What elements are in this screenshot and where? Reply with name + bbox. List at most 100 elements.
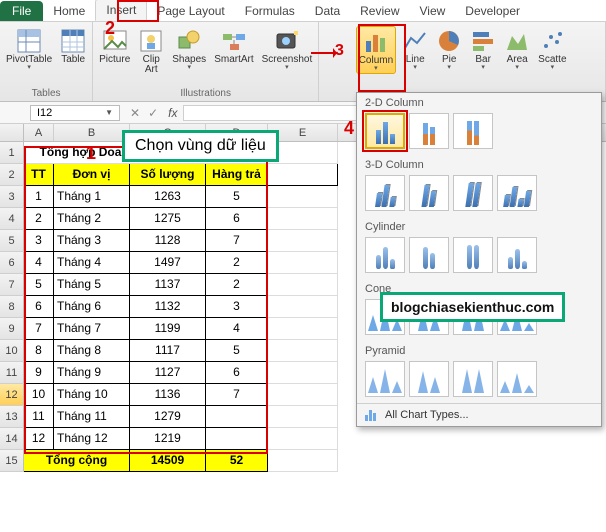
- cell[interactable]: 7: [206, 230, 268, 252]
- cell[interactable]: 2: [24, 208, 54, 230]
- cell[interactable]: [206, 428, 268, 450]
- tab-data[interactable]: Data: [305, 1, 350, 21]
- row-header[interactable]: 6: [0, 252, 24, 274]
- chart-type-clustered-column-3d[interactable]: [365, 175, 405, 211]
- cell[interactable]: Đơn vị: [54, 164, 130, 186]
- cell[interactable]: 10: [24, 384, 54, 406]
- cell[interactable]: [268, 406, 338, 428]
- chart-type-stacked-column-2d[interactable]: [409, 113, 449, 149]
- cell[interactable]: 12: [24, 428, 54, 450]
- cell[interactable]: 1128: [130, 230, 206, 252]
- row-header[interactable]: 13: [0, 406, 24, 428]
- table-button[interactable]: Table: [58, 26, 88, 67]
- chart-type-stacked-cone[interactable]: [409, 299, 449, 335]
- chart-type-3d-pyramid[interactable]: [497, 361, 537, 397]
- bar-chart-button[interactable]: Bar ▾: [468, 26, 498, 72]
- col-header-A[interactable]: A: [24, 124, 54, 141]
- row-header[interactable]: 14: [0, 428, 24, 450]
- cell[interactable]: [268, 164, 338, 186]
- cell[interactable]: 2: [206, 252, 268, 274]
- row-header[interactable]: 12: [0, 384, 24, 406]
- cell[interactable]: Tháng 4: [54, 252, 130, 274]
- row-header[interactable]: 15: [0, 450, 24, 472]
- row-header[interactable]: 4: [0, 208, 24, 230]
- row-header[interactable]: 11: [0, 362, 24, 384]
- cell[interactable]: 3: [24, 230, 54, 252]
- cell[interactable]: [268, 186, 338, 208]
- row-header[interactable]: 5: [0, 230, 24, 252]
- cell[interactable]: 4: [206, 318, 268, 340]
- title-cell[interactable]: Tổng hợp Doanh số Note 5 năm 2016: [24, 142, 268, 164]
- cell[interactable]: 1497: [130, 252, 206, 274]
- tab-formulas[interactable]: Formulas: [235, 1, 305, 21]
- cell[interactable]: 5: [206, 340, 268, 362]
- row-header[interactable]: 9: [0, 318, 24, 340]
- row-header[interactable]: 10: [0, 340, 24, 362]
- tab-page-layout[interactable]: Page Layout: [147, 1, 234, 21]
- col-header-E[interactable]: E: [268, 124, 338, 141]
- cell[interactable]: Tháng 1: [54, 186, 130, 208]
- cell[interactable]: TT: [24, 164, 54, 186]
- chart-type-100pct-stacked-cone[interactable]: [453, 299, 493, 335]
- cell[interactable]: Tháng 2: [54, 208, 130, 230]
- col-header-C[interactable]: C: [130, 124, 206, 141]
- smartart-button[interactable]: SmartArt: [212, 26, 255, 67]
- clipart-button[interactable]: Clip Art: [136, 26, 166, 77]
- cell[interactable]: 5: [24, 274, 54, 296]
- cell[interactable]: 6: [206, 208, 268, 230]
- cell[interactable]: 11: [24, 406, 54, 428]
- cell[interactable]: [268, 230, 338, 252]
- chart-type-stacked-column-3d[interactable]: [409, 175, 449, 211]
- select-all-corner[interactable]: [0, 124, 24, 141]
- all-chart-types-button[interactable]: All Chart Types...: [357, 403, 601, 426]
- cell[interactable]: Tháng 6: [54, 296, 130, 318]
- cell[interactable]: Tháng 5: [54, 274, 130, 296]
- tab-developer[interactable]: Developer: [455, 1, 530, 21]
- cell[interactable]: 2: [206, 274, 268, 296]
- cell[interactable]: [268, 142, 338, 164]
- cell[interactable]: 9: [24, 362, 54, 384]
- cell[interactable]: 6: [24, 296, 54, 318]
- chart-type-stacked-pyramid[interactable]: [409, 361, 449, 397]
- row-header[interactable]: 3: [0, 186, 24, 208]
- cell[interactable]: 7: [24, 318, 54, 340]
- cell[interactable]: [268, 340, 338, 362]
- chart-type-100pct-stacked-column-2d[interactable]: [453, 113, 493, 149]
- cell[interactable]: Tháng 10: [54, 384, 130, 406]
- cell[interactable]: [268, 208, 338, 230]
- chart-type-clustered-cylinder[interactable]: [365, 237, 405, 273]
- cell[interactable]: 1219: [130, 428, 206, 450]
- cell[interactable]: [268, 450, 338, 472]
- cell[interactable]: 1: [24, 186, 54, 208]
- col-header-D[interactable]: D: [206, 124, 268, 141]
- name-box[interactable]: I12 ▼: [30, 105, 120, 121]
- cell[interactable]: 1132: [130, 296, 206, 318]
- chart-type-stacked-cylinder[interactable]: [409, 237, 449, 273]
- cell[interactable]: Tháng 8: [54, 340, 130, 362]
- area-chart-button[interactable]: Area ▾: [502, 26, 532, 72]
- cell[interactable]: [268, 274, 338, 296]
- row-header[interactable]: 7: [0, 274, 24, 296]
- cell[interactable]: Tháng 7: [54, 318, 130, 340]
- chart-type-3d-column[interactable]: [497, 175, 537, 211]
- chart-type-3d-cone[interactable]: [497, 299, 537, 335]
- chart-type-clustered-cone[interactable]: [365, 299, 405, 335]
- row-header[interactable]: 2: [0, 164, 24, 186]
- picture-button[interactable]: Picture: [97, 26, 132, 67]
- shapes-button[interactable]: Shapes ▾: [170, 26, 208, 72]
- cell[interactable]: 4: [24, 252, 54, 274]
- line-chart-button[interactable]: Line ▾: [400, 26, 430, 72]
- pivottable-button[interactable]: PivotTable ▾: [4, 26, 54, 72]
- scatter-chart-button[interactable]: Scatte ▾: [536, 26, 568, 72]
- tab-review[interactable]: Review: [350, 1, 409, 21]
- total-label-cell[interactable]: Tổng cộng: [24, 450, 130, 472]
- chart-type-clustered-column-2d[interactable]: [365, 113, 405, 149]
- cell[interactable]: 1263: [130, 186, 206, 208]
- cell[interactable]: 6: [206, 362, 268, 384]
- cell[interactable]: 8: [24, 340, 54, 362]
- cell[interactable]: 1136: [130, 384, 206, 406]
- screenshot-button[interactable]: Screenshot ▾: [260, 26, 315, 72]
- cell[interactable]: 1199: [130, 318, 206, 340]
- cell[interactable]: Số lượng: [130, 164, 206, 186]
- cell[interactable]: [268, 318, 338, 340]
